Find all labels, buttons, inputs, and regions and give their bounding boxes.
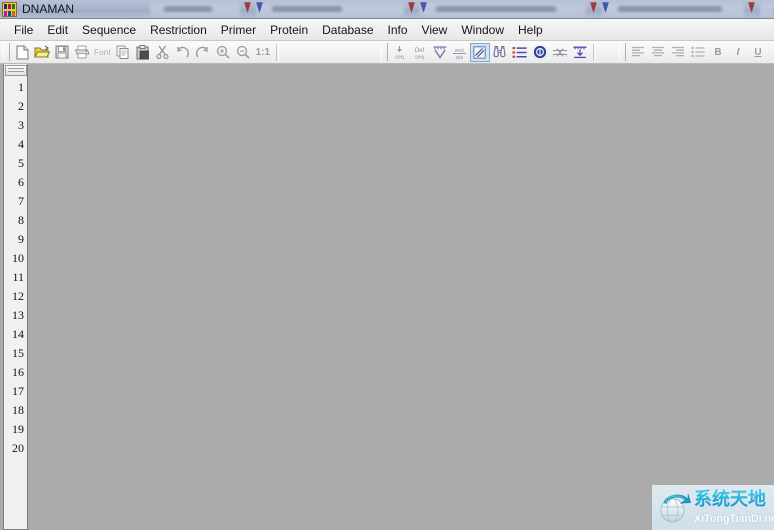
line-number-list: 1 2 3 4 5 6 7 8 9 10 11 12 13 14 15 16 1…: [4, 78, 27, 458]
underline-button[interactable]: U: [748, 47, 768, 58]
save-disk-icon[interactable]: [52, 43, 72, 62]
align-left-icon[interactable]: [628, 43, 648, 62]
document-canvas[interactable]: [29, 64, 774, 530]
line-number: 12: [4, 287, 27, 306]
menu-item-window[interactable]: Window: [454, 21, 511, 39]
italic-button[interactable]: I: [728, 47, 748, 58]
menu-item-sequence[interactable]: Sequence: [75, 21, 143, 39]
scroll-up-button[interactable]: [5, 65, 27, 76]
font-button-label[interactable]: Font: [92, 48, 113, 57]
line-number: 7: [4, 192, 27, 211]
redo-arrow-icon[interactable]: [193, 43, 213, 62]
line-number: 6: [4, 173, 27, 192]
dnaman-app-icon[interactable]: [2, 2, 17, 17]
translate-protein-icon[interactable]: [570, 43, 590, 62]
line-number: 15: [4, 344, 27, 363]
background-browser-tabs: [150, 0, 774, 19]
sequence-map-icon[interactable]: wvc a/s: [450, 43, 470, 62]
svg-text:seq: seq: [415, 54, 424, 60]
find-binoculars-icon[interactable]: [490, 43, 510, 62]
toolbar-grip-1[interactable]: [3, 43, 10, 61]
restriction-analysis-icon[interactable]: [430, 43, 450, 62]
line-number: 1: [4, 78, 27, 97]
line-number: 4: [4, 135, 27, 154]
line-number: 8: [4, 211, 27, 230]
application-window: DNAMAN File Edit Sequence Restriction Pr…: [0, 0, 774, 530]
list-view-icon[interactable]: [510, 43, 530, 62]
title-bar[interactable]: DNAMAN: [0, 0, 774, 19]
bullet-list-icon[interactable]: [688, 43, 708, 62]
watermark-en-text: XiTongTianDi.net: [694, 513, 774, 525]
line-number: 2: [4, 97, 27, 116]
line-number: 10: [4, 249, 27, 268]
menu-item-edit[interactable]: Edit: [40, 21, 75, 39]
svg-text:seq: seq: [395, 54, 404, 60]
client-area: 1 2 3 4 5 6 7 8 9 10 11 12 13 14 15 16 1…: [0, 64, 774, 530]
line-number: 13: [4, 306, 27, 325]
line-number-gutter: 1 2 3 4 5 6 7 8 9 10 11 12 13 14 15 16 1…: [3, 64, 28, 530]
menu-item-primer[interactable]: Primer: [214, 21, 263, 39]
menu-item-protein[interactable]: Protein: [263, 21, 315, 39]
toolbar-separator-2: [593, 44, 596, 61]
line-number: 16: [4, 363, 27, 382]
line-number: 19: [4, 420, 27, 439]
line-number: 17: [4, 382, 27, 401]
bold-button[interactable]: B: [708, 47, 728, 58]
toolbar-grip-2[interactable]: [381, 43, 388, 61]
align-right-icon[interactable]: [668, 43, 688, 62]
primer-design-icon[interactable]: [550, 43, 570, 62]
paste-icon[interactable]: [133, 43, 153, 62]
copy-icon[interactable]: [113, 43, 133, 62]
undo-arrow-icon[interactable]: [173, 43, 193, 62]
menu-item-help[interactable]: Help: [511, 21, 550, 39]
menu-item-file[interactable]: File: [7, 21, 40, 39]
alignment-icon[interactable]: [470, 43, 490, 62]
line-number: 20: [4, 439, 27, 458]
menu-item-restriction[interactable]: Restriction: [143, 21, 214, 39]
menu-item-view[interactable]: View: [415, 21, 455, 39]
menu-item-database[interactable]: Database: [315, 21, 380, 39]
zoom-in-icon[interactable]: [213, 43, 233, 62]
circular-plasmid-icon[interactable]: [530, 43, 550, 62]
line-number: 5: [4, 154, 27, 173]
toolbar: Font: [0, 41, 774, 64]
open-folder-icon[interactable]: [32, 43, 52, 62]
line-number: 11: [4, 268, 27, 287]
svg-text:a/s: a/s: [456, 55, 464, 60]
globe-arrow-logo: [658, 491, 691, 524]
zoom-reset-button[interactable]: 1:1: [253, 47, 273, 58]
print-icon[interactable]: [72, 43, 92, 62]
load-sequence-icon[interactable]: seq: [390, 43, 410, 62]
menu-bar: File Edit Sequence Restriction Primer Pr…: [0, 19, 774, 41]
line-number: 9: [4, 230, 27, 249]
line-number: 3: [4, 116, 27, 135]
svg-text:Def: Def: [415, 48, 425, 54]
cut-scissors-icon[interactable]: [153, 43, 173, 62]
line-number: 14: [4, 325, 27, 344]
align-center-icon[interactable]: [648, 43, 668, 62]
zoom-out-icon[interactable]: [233, 43, 253, 62]
new-document-icon[interactable]: [12, 43, 32, 62]
line-number: 18: [4, 401, 27, 420]
toolbar-separator-1: [276, 44, 279, 61]
menu-item-info[interactable]: Info: [381, 21, 415, 39]
watermark-cn-text: 系统天地: [694, 488, 766, 512]
watermark: 系统天地 XiTongTianDi.net: [652, 485, 774, 530]
window-title: DNAMAN: [22, 2, 74, 17]
define-sequence-icon[interactable]: Def seq: [410, 43, 430, 62]
toolbar-grip-3[interactable]: [619, 43, 626, 61]
